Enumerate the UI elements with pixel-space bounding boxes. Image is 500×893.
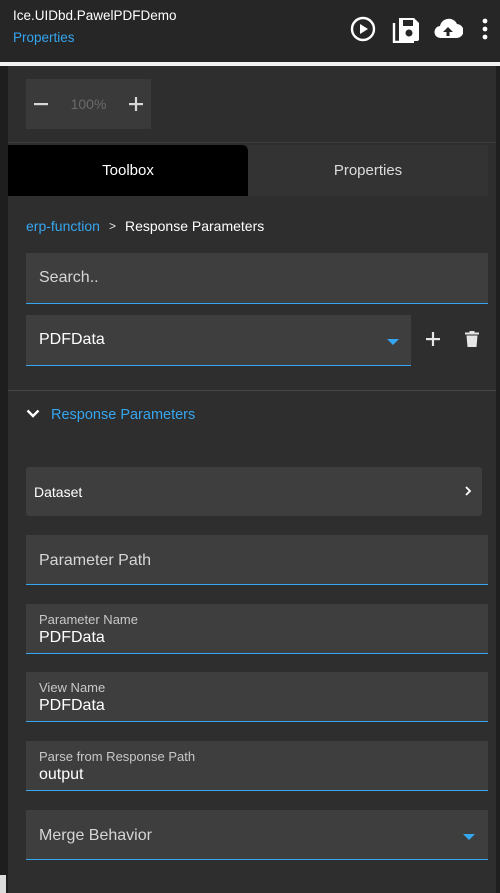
search-input[interactable] — [26, 253, 488, 303]
tab-properties[interactable]: Properties — [248, 145, 488, 196]
save-icon[interactable] — [391, 14, 421, 44]
chevron-right-icon — [464, 484, 472, 502]
right-edge-strip — [496, 66, 500, 893]
parameter-select-value: PDFData — [39, 331, 105, 348]
section-header-response-parameters[interactable]: Response Parameters — [26, 406, 195, 424]
parameter-path-field[interactable]: Parameter Path — [26, 535, 488, 585]
cloud-upload-icon[interactable] — [433, 14, 463, 44]
dropdown-caret-icon — [387, 339, 399, 345]
parameter-name-value: PDFData — [39, 629, 105, 646]
tab-toolbox[interactable]: Toolbox — [8, 145, 248, 196]
play-circle-icon[interactable] — [348, 14, 378, 44]
view-name-field[interactable]: View Name PDFData — [26, 672, 488, 722]
parameter-select[interactable]: PDFData — [26, 315, 411, 366]
app-header: Ice.UIDbd.PawelPDFDemo Properties — [0, 0, 500, 62]
dropdown-caret-icon — [463, 834, 475, 840]
dataset-row[interactable]: Dataset — [26, 467, 482, 516]
merge-behavior-placeholder: Merge Behavior — [39, 827, 152, 844]
view-name-value: PDFData — [39, 697, 105, 714]
section-divider — [8, 390, 496, 391]
parse-response-path-field[interactable]: Parse from Response Path output — [26, 741, 488, 791]
left-edge-strip — [0, 66, 8, 893]
zoom-value: 100% — [70, 96, 107, 112]
breadcrumb-separator: > — [108, 219, 116, 233]
tabs-divider — [8, 142, 496, 143]
zoom-control: 100% — [26, 79, 151, 129]
search-field — [26, 253, 488, 304]
parameter-name-field[interactable]: Parameter Name PDFData — [26, 604, 488, 654]
zoom-out-button[interactable] — [26, 79, 56, 129]
left-edge-handle[interactable] — [0, 875, 6, 893]
app-title: Ice.UIDbd.PawelPDFDemo — [13, 8, 177, 23]
more-vert-icon[interactable] — [472, 14, 498, 44]
merge-behavior-select[interactable]: Merge Behavior — [26, 810, 488, 860]
trash-icon[interactable] — [461, 328, 483, 350]
parameter-path-placeholder: Parameter Path — [39, 552, 152, 569]
dataset-label: Dataset — [34, 484, 83, 500]
plus-icon[interactable] — [422, 328, 444, 350]
section-title: Response Parameters — [51, 407, 196, 423]
breadcrumb: erp-function > Response Parameters — [26, 218, 264, 234]
chevron-down-icon — [26, 406, 40, 424]
parameter-name-label: Parameter Name — [39, 612, 138, 627]
parse-response-path-value: output — [39, 766, 84, 783]
header-subtitle[interactable]: Properties — [13, 30, 75, 45]
breadcrumb-link-erp-function[interactable]: erp-function — [26, 218, 100, 234]
parse-response-path-label: Parse from Response Path — [39, 749, 196, 764]
zoom-in-button[interactable] — [121, 79, 151, 129]
view-name-label: View Name — [39, 680, 106, 695]
breadcrumb-current: Response Parameters — [124, 218, 265, 234]
